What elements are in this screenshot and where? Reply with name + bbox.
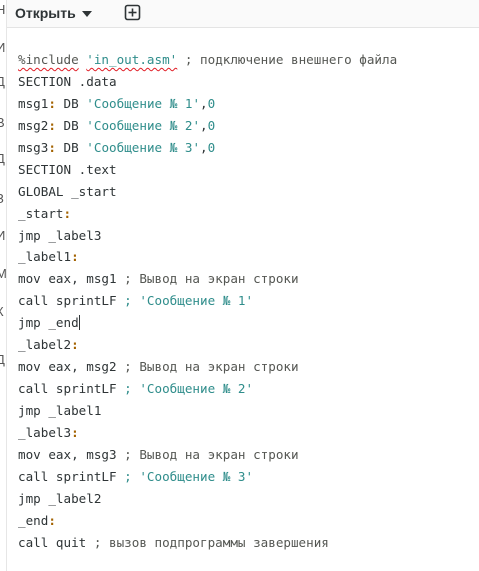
code-line: _label3: (18, 424, 79, 440)
code-instruction: call sprintLF (18, 468, 117, 484)
edge-letter: Н (0, 2, 5, 17)
background-window-edge: Н И Д В Д З И М К Д (0, 0, 7, 571)
code-comment: ; вызов подпрограммы завершения (93, 534, 329, 550)
code-instruction: call sprintLF (18, 293, 117, 309)
data-label: msg3 (18, 139, 49, 155)
include-directive: %include (18, 52, 79, 67)
code-line: jmp _label3 (18, 227, 102, 243)
code-line: GLOBAL _start (18, 183, 117, 199)
code-line: %include 'in_out.asm' ; подключение внеш… (18, 49, 397, 71)
code-line: mov eax, msg1 ; Вывод на экран строки (18, 268, 397, 290)
code-comment: ; 'Сообщение № 3' (124, 468, 254, 484)
edge-letter: З (0, 191, 4, 206)
code-line: jmp _end (18, 312, 397, 334)
number-literal: 0 (207, 117, 216, 133)
number-literal: 0 (207, 139, 216, 155)
data-label: msg1 (18, 95, 49, 111)
code-label: _start (18, 205, 64, 221)
edge-letter: К (0, 304, 4, 319)
code-line: SECTION .data (18, 73, 117, 89)
code-line: SECTION .text (18, 161, 117, 177)
edge-letter: Д (0, 352, 5, 367)
code-editor[interactable]: %include 'in_out.asm' ; подключение внеш… (7, 28, 479, 571)
code-line: mov eax, msg3 ; Вывод на экран строки (18, 444, 397, 466)
code-text[interactable]: %include 'in_out.asm' ; подключение внеш… (18, 49, 397, 554)
code-comment: ; Вывод на экран строки (124, 359, 299, 375)
code-label: _label2 (18, 337, 72, 353)
code-line: jmp _label1 (18, 403, 102, 418)
code-comment: ; Вывод на экран строки (124, 271, 299, 287)
db-keyword: DB (63, 139, 79, 155)
string-literal: 'Сообщение № 3' (86, 139, 201, 155)
open-button[interactable]: Открыть (15, 2, 92, 24)
open-button-label: Открыть (15, 5, 76, 21)
code-instruction: mov eax, msg1 (18, 271, 117, 287)
code-label: _label3 (18, 424, 72, 440)
string-literal: 'Сообщение № 2' (86, 117, 201, 133)
code-line: mov eax, msg2 ; Вывод на экран строки (18, 356, 397, 378)
text-editor-window: Открыть %include 'in_out.asm' ; подключе… (7, 0, 479, 571)
code-line: call sprintLF ; 'Сообщение № 3' (18, 466, 397, 488)
code-instruction: mov eax, msg3 (18, 446, 117, 462)
string-literal: 'Сообщение № 1' (86, 95, 201, 111)
code-label: _label1 (18, 249, 72, 265)
code-instruction: mov eax, msg2 (18, 359, 117, 375)
db-keyword: DB (63, 95, 79, 111)
code-comment: ; 'Сообщение № 1' (124, 293, 254, 309)
code-line: msg3: DB 'Сообщение № 3',0 (18, 139, 216, 155)
db-keyword: DB (63, 117, 79, 133)
edge-letter: М (0, 266, 6, 281)
code-line: msg2: DB 'Сообщение № 2',0 (18, 117, 216, 133)
code-line: _start: (18, 205, 72, 221)
edge-letter: И (0, 228, 5, 243)
number-literal: 0 (207, 95, 216, 111)
edge-letter: Д (0, 151, 5, 166)
plus-box-icon (124, 4, 141, 21)
code-instruction: call quit (18, 534, 87, 550)
code-line: _label2: (18, 337, 79, 353)
data-label: msg2 (18, 117, 49, 133)
edge-letter: Д (0, 74, 5, 89)
code-instruction: call sprintLF (18, 381, 117, 397)
code-line: call sprintLF ; 'Сообщение № 1' (18, 290, 397, 312)
include-file-string: 'in_out.asm' (86, 52, 178, 67)
code-comment: ; 'Сообщение № 2' (124, 381, 254, 397)
code-line: jmp _label2 (18, 490, 102, 506)
edge-letter: И (0, 40, 5, 55)
code-line: call sprintLF ; 'Сообщение № 2' (18, 378, 397, 400)
code-instruction: jmp _end (18, 315, 79, 331)
code-comment: ; подключение внешнего файла (184, 52, 398, 67)
text-cursor (78, 315, 80, 331)
code-label: _end (18, 512, 49, 528)
header-bar: Открыть (7, 0, 479, 28)
code-comment: ; Вывод на экран строки (124, 446, 299, 462)
code-line: call quit ; вызов подпрограммы завершени… (18, 532, 397, 554)
new-tab-button[interactable] (124, 4, 141, 21)
code-line: _label1: (18, 249, 79, 265)
edge-letter: В (0, 115, 5, 130)
chevron-down-icon (81, 10, 92, 17)
code-line: msg1: DB 'Сообщение № 1',0 (18, 95, 216, 111)
code-line: _end: (18, 512, 56, 528)
